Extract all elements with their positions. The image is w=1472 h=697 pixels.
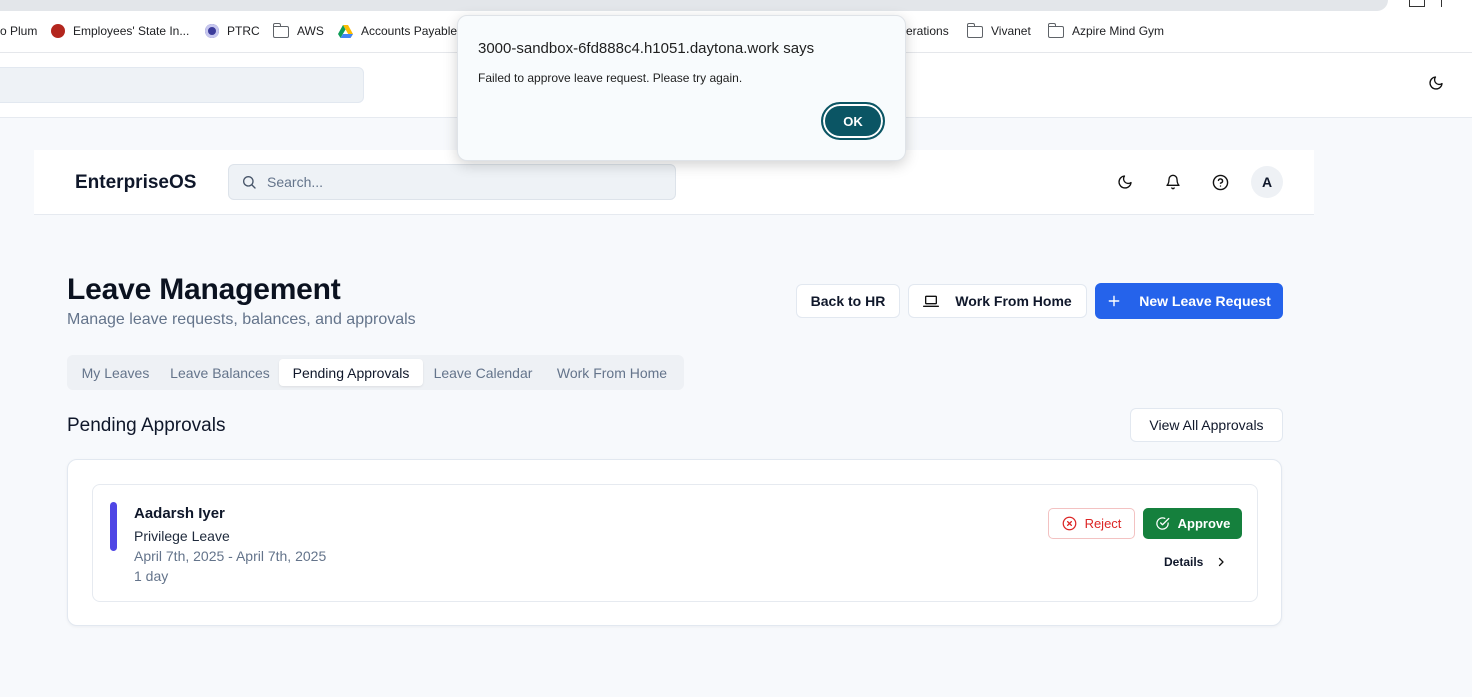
folder-icon [272, 23, 289, 38]
leave-dates: April 7th, 2025 - April 7th, 2025 [134, 548, 327, 564]
back-to-hr-button[interactable]: Back to HR [796, 284, 900, 318]
bookmark-esi[interactable]: Employees' State In... [51, 24, 189, 38]
check-circle-icon [1155, 517, 1169, 530]
outer-search-input[interactable] [0, 67, 364, 103]
details-link[interactable]: Details [1164, 555, 1227, 569]
leave-request-item: Aadarsh Iyer Privilege Leave April 7th, … [92, 484, 1258, 602]
browser-tabstrip [0, 0, 1472, 14]
bell-icon [1166, 174, 1180, 190]
leave-tabs: My Leaves Leave Balances Pending Approva… [67, 355, 684, 390]
alert-message: Failed to approve leave request. Please … [478, 71, 743, 85]
section-title: Pending Approvals [67, 415, 226, 436]
employee-name: Aadarsh Iyer [134, 505, 225, 522]
leave-type: Privilege Leave [134, 528, 230, 544]
restore-window-icon[interactable] [1409, 0, 1425, 7]
page-title: Leave Management [67, 273, 341, 306]
page-subtitle: Manage leave requests, balances, and app… [67, 311, 416, 328]
bookmark-operations[interactable]: erations [906, 24, 949, 38]
folder-icon [1047, 23, 1064, 38]
chevron-right-icon [1219, 557, 1225, 567]
plus-icon [1108, 295, 1120, 307]
search-input[interactable] [265, 173, 649, 191]
bookmark-plum[interactable]: o Plum [0, 24, 37, 38]
theme-toggle-button[interactable] [1112, 169, 1138, 195]
tab-leave-calendar[interactable]: Leave Calendar [427, 359, 539, 386]
pending-approvals-card: Aadarsh Iyer Privilege Leave April 7th, … [67, 459, 1282, 626]
tab-pending-approvals[interactable]: Pending Approvals [279, 359, 423, 386]
bookmark-ptrc[interactable]: PTRC [205, 24, 260, 38]
laptop-icon [923, 295, 940, 307]
bookmark-aws[interactable]: AWS [272, 23, 324, 38]
tab-work-from-home[interactable]: Work From Home [547, 359, 677, 386]
reject-button[interactable]: Reject [1048, 508, 1135, 539]
theme-toggle-moon-icon[interactable] [1428, 75, 1444, 96]
bookmark-accounts-payable[interactable]: Accounts Payable [338, 24, 457, 38]
esi-logo-icon [51, 24, 65, 38]
work-from-home-button[interactable]: Work From Home [908, 284, 1087, 318]
address-bar[interactable] [0, 0, 1388, 11]
bookmark-azpire-mind-gym[interactable]: Azpire Mind Gym [1047, 23, 1164, 38]
alert-title: 3000-sandbox-6fd888c4.h1051.daytona.work… [478, 40, 815, 57]
help-circle-icon [1212, 174, 1228, 190]
tab-my-leaves[interactable]: My Leaves [75, 359, 156, 386]
search-icon [241, 174, 257, 190]
leave-duration: 1 day [134, 568, 169, 584]
google-drive-icon [338, 24, 353, 38]
x-circle-icon [1062, 516, 1076, 531]
user-avatar[interactable]: A [1251, 166, 1283, 198]
folder-icon [966, 23, 983, 38]
moon-icon [1118, 175, 1132, 189]
approve-button[interactable]: Approve [1143, 508, 1242, 539]
help-button[interactable] [1207, 169, 1233, 195]
notifications-button[interactable] [1160, 169, 1186, 195]
new-leave-request-button[interactable]: New Leave Request [1095, 283, 1283, 319]
brand-logo[interactable]: EnterpriseOS [75, 172, 196, 194]
ptrc-logo-icon [205, 24, 219, 38]
browser-alert-dialog: 3000-sandbox-6fd888c4.h1051.daytona.work… [457, 15, 906, 161]
alert-ok-button[interactable]: OK [821, 102, 885, 140]
close-window-icon[interactable] [1441, 0, 1442, 7]
search-box[interactable] [228, 164, 676, 200]
tab-leave-balances[interactable]: Leave Balances [164, 359, 276, 386]
view-all-approvals-button[interactable]: View All Approvals [1130, 408, 1283, 442]
leave-type-accent [110, 502, 117, 551]
bookmark-vivanet[interactable]: Vivanet [966, 23, 1031, 38]
